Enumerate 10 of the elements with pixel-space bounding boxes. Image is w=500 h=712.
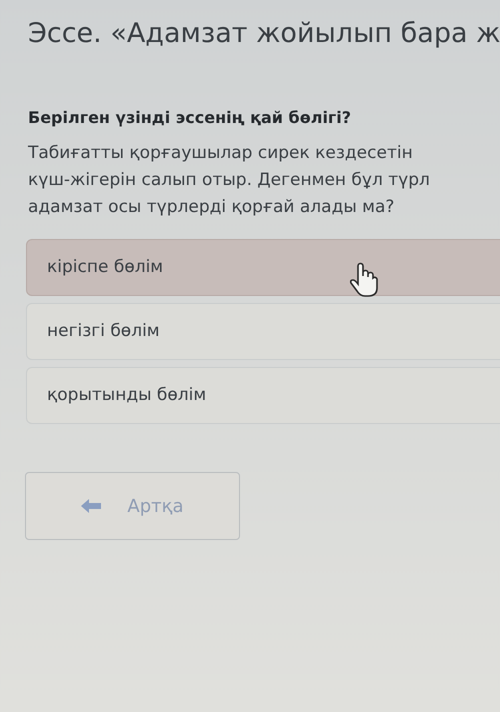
hand-cursor-icon [350, 262, 378, 298]
passage-line: Табиғатты қорғаушылар сирек кездесетін [28, 142, 413, 165]
answer-option[interactable]: негізгі бөлім [26, 303, 500, 360]
passage-line: күш-жігерін салып отыр. Дегенмен бұл түрл [28, 169, 430, 192]
answer-option[interactable]: қорытынды бөлім [26, 367, 500, 424]
question-text: Берілген үзінді эссенің қай бөлігі? [28, 107, 352, 129]
passage-line: адамзат осы түрлерді қорғай алады ма? [28, 196, 394, 219]
answer-option[interactable]: кіріспе бөлім [26, 239, 500, 296]
left-arrow-icon [81, 499, 102, 513]
page-title: Эссе. «Адамзат жойылып бара ж [28, 17, 500, 51]
